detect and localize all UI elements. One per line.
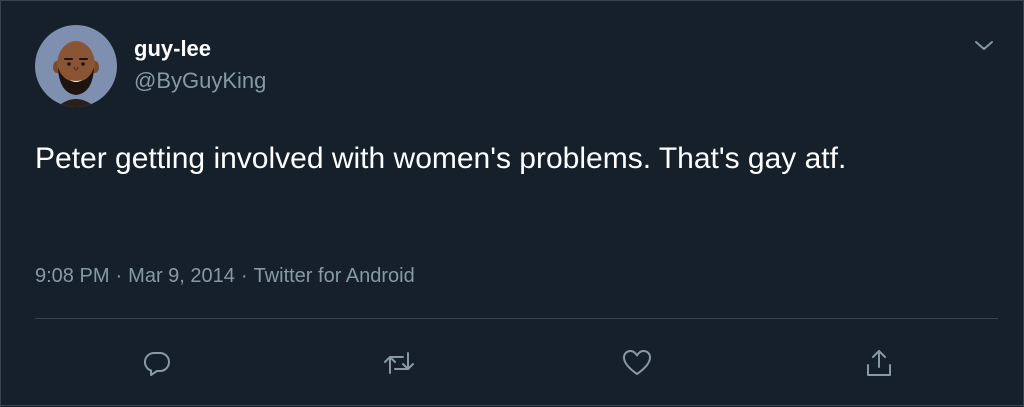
tweet-text: Peter getting involved with women's prob… — [35, 142, 847, 175]
heart-icon[interactable] — [619, 345, 655, 381]
user-handle[interactable]: @ByGuyKing — [134, 68, 266, 94]
reply-icon[interactable] — [139, 345, 175, 381]
tweet-time[interactable]: 9:08 PM — [35, 265, 109, 287]
chevron-down-icon[interactable] — [971, 35, 997, 57]
avatar[interactable] — [35, 25, 117, 107]
meta-separator: · — [240, 265, 248, 287]
divider — [35, 318, 998, 319]
retweet-icon[interactable] — [381, 345, 417, 381]
bottom-border — [1, 405, 1023, 406]
display-name[interactable]: guy-lee — [134, 36, 211, 62]
tweet-date[interactable]: Mar 9, 2014 — [128, 265, 235, 287]
avatar-illustration — [53, 41, 99, 107]
tweet-meta: 9:08 PM · Mar 9, 2014 · Twitter for Android — [35, 263, 415, 289]
share-icon[interactable] — [861, 345, 897, 381]
tweet-source[interactable]: Twitter for Android — [254, 265, 415, 287]
tweet-card: guy-lee @ByGuyKing Peter getting involve… — [0, 0, 1024, 407]
meta-separator: · — [115, 265, 123, 287]
